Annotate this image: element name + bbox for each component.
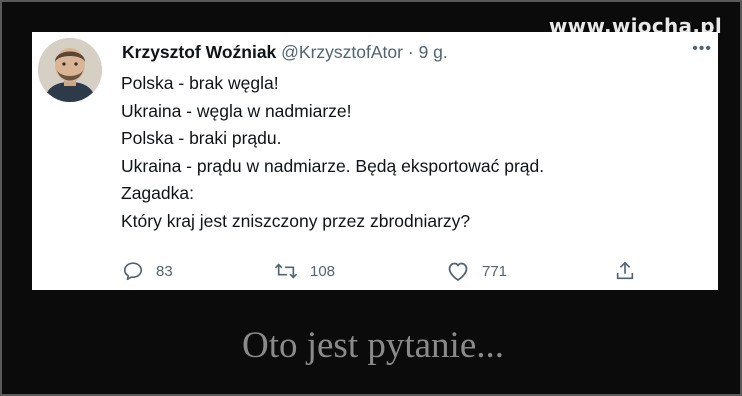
like-icon [448, 262, 468, 281]
share-button[interactable] [614, 260, 636, 282]
tweet-time[interactable]: 9 g. [419, 42, 448, 62]
like-button[interactable]: 771 [446, 260, 507, 282]
separator: · [407, 42, 414, 62]
tweet-actions: 83 108 771 [32, 260, 718, 286]
reply-count: 83 [156, 262, 173, 280]
avatar[interactable] [38, 38, 102, 102]
share-icon [616, 261, 634, 280]
tweet-line: Polska - braki prądu. [121, 128, 282, 149]
tweet-card[interactable]: ••• Krzysztof Woźniak @KrzysztofAtor · 9… [32, 32, 718, 290]
tweet-header: Krzysztof Woźniak @KrzysztofAtor · 9 g. [122, 42, 448, 63]
tweet-line: Zagadka: [121, 183, 194, 204]
retweet-icon [274, 263, 298, 279]
meme-caption: Oto jest pytanie... [241, 325, 505, 366]
author-handle[interactable]: @KrzysztofAtor [281, 42, 403, 62]
tweet-line: Który kraj jest zniszczony przez zbrodni… [121, 210, 471, 231]
reply-button[interactable]: 83 [122, 260, 173, 282]
meme-frame: www.wiocha.pl ••• Krzysztof Woźniak @Krz… [0, 0, 742, 396]
like-count: 771 [482, 262, 508, 280]
reply-icon [123, 262, 143, 281]
retweet-button[interactable]: 108 [274, 260, 335, 282]
author-name[interactable]: Krzysztof Woźniak [122, 42, 276, 62]
tweet-line: Ukraina - prądu w nadmiarze. Będą ekspor… [121, 155, 545, 176]
more-icon[interactable]: ••• [692, 40, 712, 58]
retweet-count: 108 [310, 262, 336, 280]
tweet-line: Ukraina - węgla w nadmiarze! [121, 100, 352, 121]
tweet-line: Polska - brak węgla! [121, 73, 279, 93]
avatar-photo [38, 38, 102, 102]
tweet-text: Polska - brak węgla! Ukraina - węgla w n… [121, 70, 544, 236]
